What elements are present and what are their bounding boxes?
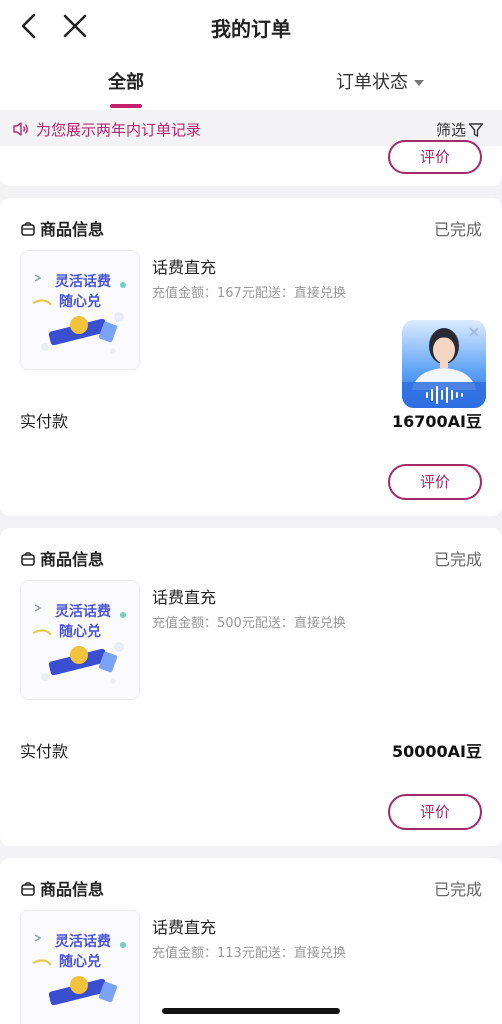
review-button[interactable]: 评价 [388, 794, 482, 830]
order-card: 商品信息 已完成 灵活话费 随心兑 话费直充 充值金额：113元配送：直接兑换 [0, 858, 502, 1024]
review-button[interactable]: 评价 [388, 140, 482, 174]
thumb-subtitle: 随心兑 [59, 294, 101, 310]
thumb-title: 灵活话费 [55, 274, 111, 290]
product-thumbnail[interactable]: 灵活话费 随心兑 [20, 580, 140, 700]
paid-label: 实付款 [20, 412, 69, 431]
thumb-subtitle: 随心兑 [59, 624, 101, 640]
paid-label: 实付款 [20, 742, 69, 761]
product-desc: 充值金额：113元配送：直接兑换 [152, 946, 346, 961]
product-name[interactable]: 话费直充 [152, 914, 216, 938]
speaker-icon [13, 122, 28, 136]
caret-down-icon [414, 80, 424, 86]
tab-all[interactable]: 全部 [96, 68, 156, 94]
order-tabs: 全部 订单状态 [0, 52, 502, 110]
product-thumbnail[interactable]: 灵活话费 随心兑 [20, 910, 140, 1024]
thumb-title: 灵活话费 [55, 604, 111, 620]
filter-icon [468, 123, 484, 137]
order-header: 商品信息 [20, 546, 104, 570]
order-header: 商品信息 [20, 216, 104, 240]
bag-icon [21, 882, 35, 896]
bag-icon [21, 222, 35, 236]
review-button[interactable]: 评价 [388, 464, 482, 500]
thumb-subtitle: 随心兑 [59, 954, 101, 970]
filter-label: 筛选 [435, 121, 466, 139]
order-header: 商品信息 [20, 876, 104, 900]
order-header-label: 商品信息 [40, 220, 105, 239]
notice-text: 为您展示两年内订单记录 [36, 121, 202, 139]
order-status: 已完成 [433, 880, 482, 899]
close-icon[interactable] [468, 326, 480, 338]
paid-amount: 16700AI豆 [391, 412, 482, 431]
product-desc: 充值金额：167元配送：直接兑换 [152, 286, 346, 301]
home-indicator [162, 1008, 340, 1014]
product-desc: 充值金额：500元配送：直接兑换 [152, 616, 346, 631]
product-name[interactable]: 话费直充 [152, 254, 216, 278]
nav-bar: 我的订单 [0, 0, 502, 52]
ai-assistant-avatar[interactable] [402, 320, 486, 408]
paid-amount: 50000AI豆 [391, 742, 482, 761]
bag-icon [21, 552, 35, 566]
order-card: 商品信息 已完成 灵活话费 随心兑 话费直充 充值金额：500元配送：直接兑换 … [0, 528, 502, 846]
filter-button[interactable]: 筛选 [436, 119, 484, 140]
thumb-title: 灵活话费 [55, 934, 111, 950]
order-card-previous: 评价 [0, 140, 502, 186]
tab-order-status-label: 订单状态 [336, 72, 408, 93]
order-status: 已完成 [433, 220, 482, 239]
tab-order-status[interactable]: 订单状态 [336, 68, 424, 94]
order-header-label: 商品信息 [40, 550, 105, 569]
tab-active-indicator [110, 104, 142, 108]
product-thumbnail[interactable]: 灵活话费 随心兑 [20, 250, 140, 370]
page-title: 我的订单 [211, 17, 291, 41]
order-status: 已完成 [433, 550, 482, 569]
order-header-label: 商品信息 [40, 880, 105, 899]
product-name[interactable]: 话费直充 [152, 584, 216, 608]
